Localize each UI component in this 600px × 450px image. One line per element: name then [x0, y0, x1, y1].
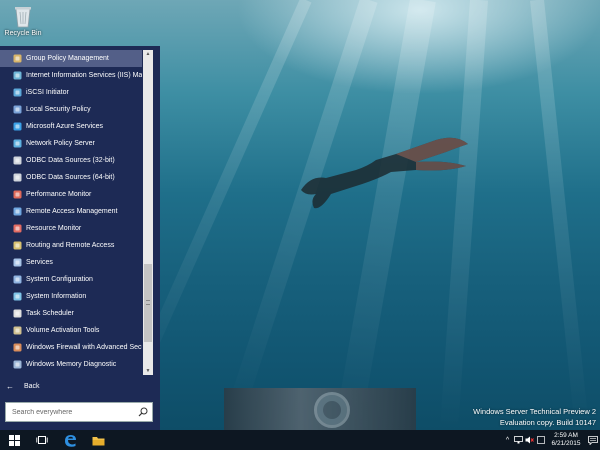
- services-icon: [13, 258, 22, 267]
- recycle-bin-icon: [15, 7, 31, 28]
- routing-icon: [13, 241, 22, 250]
- start-menu-item-label: ODBC Data Sources (32-bit): [26, 157, 115, 164]
- start-menu-item-label: Windows Memory Diagnostic: [26, 361, 117, 368]
- group-policy-icon: [13, 54, 22, 63]
- network-icon[interactable]: [513, 430, 524, 450]
- light-ray: [530, 0, 589, 429]
- system-tray: ^ 2:59 AM 6/21/2015: [502, 430, 600, 450]
- start-menu-item[interactable]: Windows Memory Diagnostic: [0, 356, 142, 373]
- edge-icon: [64, 434, 76, 447]
- system-info-icon: [13, 292, 22, 301]
- volume-muted-icon[interactable]: [524, 430, 535, 450]
- back-button[interactable]: ← Back: [6, 379, 40, 393]
- start-menu-item-label: Resource Monitor: [26, 225, 82, 232]
- start-menu-item-label: System Information: [26, 293, 87, 300]
- start-menu-item[interactable]: iSCSI Initiator: [0, 84, 142, 101]
- start-menu-item[interactable]: Remote Access Management: [0, 203, 142, 220]
- windows-logo-icon: [8, 434, 20, 446]
- remote-access-icon: [13, 207, 22, 216]
- start-menu-item-label: Group Policy Management: [26, 55, 109, 62]
- scroll-down-arrow-icon[interactable]: ▼: [143, 367, 153, 375]
- clock-time: 2:59 AM: [554, 432, 578, 439]
- start-menu-item[interactable]: Volume Activation Tools: [0, 322, 142, 339]
- search-input[interactable]: [12, 406, 136, 418]
- start-menu-item-label: Task Scheduler: [26, 310, 74, 317]
- recycle-bin-shortcut[interactable]: Recycle Bin: [4, 4, 42, 37]
- start-menu-item-label: Microsoft Azure Services: [26, 123, 104, 130]
- start-menu-item[interactable]: Local Security Policy: [0, 101, 142, 118]
- start-menu-item[interactable]: Internet Information Services (IIS) Ma: [0, 67, 142, 84]
- action-center-button[interactable]: [586, 435, 600, 445]
- start-menu-item-label: Local Security Policy: [26, 106, 91, 113]
- watermark-build: Evaluation copy. Build 10147: [499, 418, 596, 427]
- file-explorer-button[interactable]: [84, 430, 112, 450]
- start-menu-item[interactable]: Task Scheduler: [0, 305, 142, 322]
- folder-icon: [92, 436, 104, 445]
- memory-diagnostic-icon: [13, 360, 22, 369]
- scrollbar-grip: [146, 300, 150, 305]
- start-menu-item[interactable]: Group Policy Management: [0, 50, 142, 67]
- language-icon[interactable]: [535, 430, 546, 450]
- taskbar: ^ 2:59 AM 6/21/2015: [0, 430, 600, 450]
- scroll-up-arrow-icon[interactable]: ▲: [143, 50, 153, 58]
- start-menu-item-label: Windows Firewall with Advanced Secu: [26, 344, 142, 351]
- network-policy-icon: [13, 139, 22, 148]
- start-menu-item[interactable]: Network Policy Server: [0, 135, 142, 152]
- back-arrow-icon: ←: [6, 381, 14, 391]
- diver-image: [301, 137, 468, 209]
- start-menu-item[interactable]: Services: [0, 254, 142, 271]
- search-icon[interactable]: [138, 407, 148, 417]
- watermark-edition: Windows Server Technical Preview 2: [473, 407, 596, 416]
- start-menu-item-label: ODBC Data Sources (64-bit): [26, 174, 115, 181]
- start-menu-item[interactable]: System Configuration: [0, 271, 142, 288]
- volume-activation-icon: [13, 326, 22, 335]
- clock-date: 6/21/2015: [551, 440, 581, 447]
- start-menu-item[interactable]: Windows Firewall with Advanced Secu: [0, 339, 142, 356]
- start-button[interactable]: [0, 430, 28, 450]
- start-menu-item-label: Services: [26, 259, 53, 266]
- start-menu-item[interactable]: ODBC Data Sources (64-bit): [0, 169, 142, 186]
- iscsi-icon: [13, 88, 22, 97]
- start-menu-item-label: Performance Monitor: [26, 191, 92, 198]
- firewall-icon: [13, 343, 22, 352]
- search-box[interactable]: [5, 402, 153, 422]
- system-config-icon: [13, 275, 22, 284]
- window-thumbnail[interactable]: [224, 388, 416, 434]
- os-watermark: Windows Server Technical Preview 2 Evalu…: [473, 406, 596, 428]
- resource-monitor-icon: [13, 224, 22, 233]
- start-menu: Group Policy Management Internet Informat…: [0, 46, 160, 430]
- start-menu-item[interactable]: Routing and Remote Access: [0, 237, 142, 254]
- taskbar-clock[interactable]: 2:59 AM 6/21/2015: [546, 432, 586, 448]
- security-policy-icon: [13, 105, 22, 114]
- start-menu-item-label: iSCSI Initiator: [26, 89, 69, 96]
- start-menu-item-label: Routing and Remote Access: [26, 242, 115, 249]
- odbc-icon: [13, 156, 22, 165]
- start-menu-item-label: Remote Access Management: [26, 208, 118, 215]
- start-menu-item-label: System Configuration: [26, 276, 93, 283]
- start-menu-item-label: Internet Information Services (IIS) Ma: [26, 72, 142, 79]
- start-menu-item-label: Network Policy Server: [26, 140, 95, 147]
- back-label: Back: [24, 382, 40, 390]
- notification-icon: [588, 435, 598, 445]
- app-list: Group Policy Management Internet Informat…: [0, 50, 142, 373]
- task-view-button[interactable]: [28, 430, 56, 450]
- performance-icon: [13, 190, 22, 199]
- start-menu-item[interactable]: System Information: [0, 288, 142, 305]
- start-menu-item[interactable]: Performance Monitor: [0, 186, 142, 203]
- start-menu-scrollbar[interactable]: ▲ ▼: [143, 50, 153, 375]
- odbc-icon: [13, 173, 22, 182]
- iis-icon: [13, 71, 22, 80]
- task-scheduler-icon: [13, 309, 22, 318]
- start-menu-item[interactable]: Resource Monitor: [0, 220, 142, 237]
- scrollbar-thumb[interactable]: [144, 264, 152, 342]
- edge-browser-button[interactable]: [56, 430, 84, 450]
- start-menu-item-label: Volume Activation Tools: [26, 327, 100, 334]
- show-hidden-icons-chevron-icon[interactable]: ^: [502, 430, 513, 450]
- start-menu-item[interactable]: Microsoft Azure Services: [0, 118, 142, 135]
- azure-icon: [13, 122, 22, 131]
- swirl-graphic: [314, 392, 350, 428]
- task-view-icon: [36, 436, 48, 444]
- recycle-bin-label: Recycle Bin: [4, 30, 42, 37]
- start-menu-item[interactable]: ODBC Data Sources (32-bit): [0, 152, 142, 169]
